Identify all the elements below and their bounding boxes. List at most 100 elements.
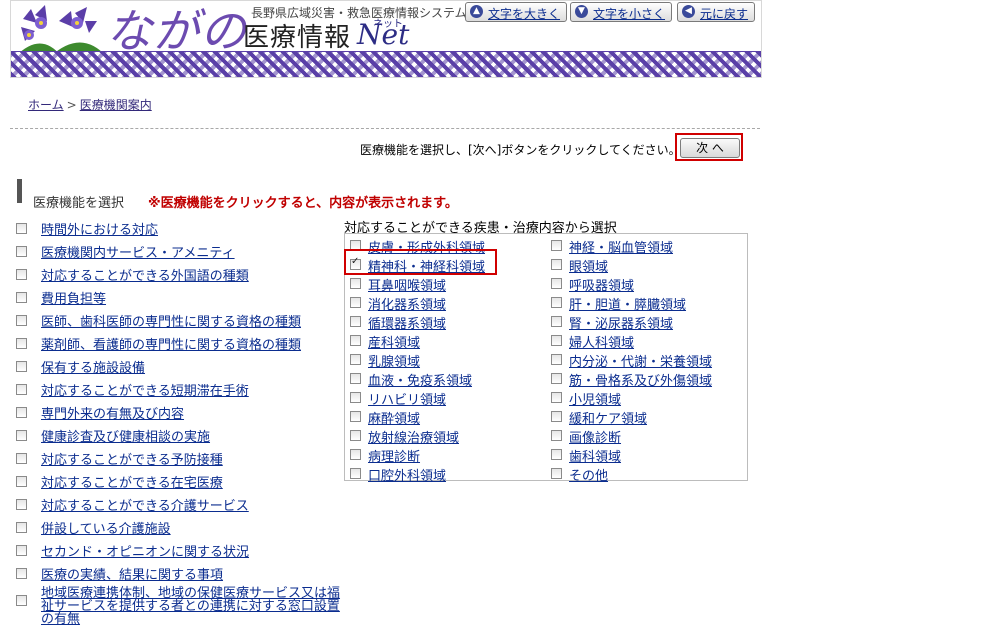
- function-link[interactable]: 費用負担等: [41, 288, 106, 307]
- disease-checkbox[interactable]: [551, 468, 562, 479]
- disease-link[interactable]: 小児領域: [569, 389, 621, 408]
- function-link[interactable]: 併設している介護施設: [41, 518, 171, 537]
- disease-checkbox[interactable]: [551, 259, 562, 270]
- disease-link[interactable]: 耳鼻咽喉領域: [368, 275, 446, 294]
- disease-link[interactable]: 呼吸器領域: [569, 275, 634, 294]
- disease-link[interactable]: 循環器系領域: [368, 313, 446, 332]
- disease-link[interactable]: 病理診断: [368, 446, 420, 465]
- font-larger-button[interactable]: ▲ 文字を大きく: [465, 2, 568, 22]
- disease-checkbox[interactable]: [350, 335, 361, 346]
- function-link[interactable]: 専門外来の有無及び内容: [41, 403, 184, 422]
- function-checkbox[interactable]: [16, 568, 27, 579]
- function-checkbox[interactable]: [16, 246, 27, 257]
- function-checkbox[interactable]: [16, 545, 27, 556]
- function-checkbox[interactable]: [16, 595, 27, 606]
- function-link[interactable]: 医師、歯科医師の専門性に関する資格の種類: [41, 311, 301, 330]
- arrow-left-icon: ◀: [682, 5, 695, 18]
- disease-checkbox[interactable]: [551, 297, 562, 308]
- disease-checkbox[interactable]: [551, 278, 562, 289]
- function-link[interactable]: 時間外における対応: [41, 219, 158, 238]
- next-button[interactable]: 次 へ: [680, 138, 740, 158]
- disease-checkbox[interactable]: [350, 297, 361, 308]
- function-link[interactable]: 地域医療連携体制、地域の保健医療サービス又は福祉サービスを提供する者との連携に対…: [41, 587, 351, 626]
- breadcrumb-home-link[interactable]: ホーム: [28, 98, 64, 112]
- disease-checkbox[interactable]: [551, 316, 562, 327]
- disease-link[interactable]: 肝・胆道・膵臓領域: [569, 294, 686, 313]
- function-link[interactable]: 医療機関内サービス・アメニティ: [41, 242, 235, 261]
- disease-checkbox[interactable]: [350, 373, 361, 384]
- disease-link[interactable]: 眼領域: [569, 256, 608, 275]
- disease-checkbox[interactable]: [551, 430, 562, 441]
- font-smaller-label: 文字を小さく: [593, 7, 666, 21]
- instruction-text: 医療機能を選択し、[次へ]ボタンをクリックしてください。→: [360, 143, 691, 157]
- disease-link[interactable]: 画像診断: [569, 427, 621, 446]
- function-checkbox[interactable]: [16, 269, 27, 280]
- function-checkbox[interactable]: [16, 338, 27, 349]
- function-link[interactable]: 医療の実績、結果に関する事項: [41, 564, 223, 583]
- section-mark-icon: [17, 179, 22, 203]
- function-checkbox[interactable]: [16, 315, 27, 326]
- function-checkbox[interactable]: [16, 223, 27, 234]
- disease-link[interactable]: 消化器系領域: [368, 294, 446, 313]
- disease-checkbox[interactable]: [551, 449, 562, 460]
- font-smaller-button[interactable]: ▼ 文字を小さく: [570, 2, 673, 22]
- disease-link[interactable]: 腎・泌尿器系領域: [569, 313, 673, 332]
- function-link[interactable]: 対応することができる在宅医療: [41, 472, 223, 491]
- font-larger-label: 文字を大きく: [488, 7, 561, 21]
- font-reset-label: 元に戻す: [700, 7, 749, 21]
- disease-checkbox[interactable]: [551, 411, 562, 422]
- disease-checkbox[interactable]: [350, 354, 361, 365]
- disease-checkbox[interactable]: [551, 373, 562, 384]
- function-link[interactable]: 対応することができる予防接種: [41, 449, 223, 468]
- disease-checkbox[interactable]: [350, 316, 361, 327]
- disease-link[interactable]: 乳腺領域: [368, 351, 420, 370]
- disease-link[interactable]: 歯科領域: [569, 446, 621, 465]
- disease-link[interactable]: リハビリ領域: [368, 389, 446, 408]
- font-reset-button[interactable]: ◀ 元に戻す: [677, 2, 756, 22]
- disease-link[interactable]: 麻酔領域: [368, 408, 420, 427]
- function-checkbox[interactable]: [16, 361, 27, 372]
- function-link[interactable]: 薬剤師、看護師の専門性に関する資格の種類: [41, 334, 301, 353]
- breadcrumb-current-link[interactable]: 医療機関案内: [80, 98, 152, 112]
- disease-link[interactable]: 婦人科領域: [569, 332, 634, 351]
- disease-link[interactable]: 放射線治療領域: [368, 427, 459, 446]
- function-link[interactable]: 健康診査及び健康相談の実施: [41, 426, 210, 445]
- disease-link[interactable]: 神経・脳血管領域: [569, 237, 673, 256]
- function-checkbox[interactable]: [16, 453, 27, 464]
- disease-link[interactable]: 産科領域: [368, 332, 420, 351]
- function-checkbox[interactable]: [16, 292, 27, 303]
- disease-checkbox[interactable]: [551, 392, 562, 403]
- function-checkbox[interactable]: [16, 407, 27, 418]
- disease-checkbox[interactable]: [350, 392, 361, 403]
- disease-link[interactable]: 緩和ケア領域: [569, 408, 647, 427]
- function-link[interactable]: 対応することができる短期滞在手術: [41, 380, 249, 399]
- disease-checkbox[interactable]: [350, 411, 361, 422]
- disease-link[interactable]: 血液・免疫系領域: [368, 370, 472, 389]
- function-checkbox[interactable]: [16, 476, 27, 487]
- function-checkbox[interactable]: [16, 522, 27, 533]
- disease-link[interactable]: 筋・骨格系及び外傷領域: [569, 370, 712, 389]
- disease-checkbox[interactable]: [350, 430, 361, 441]
- net-label: Net: [357, 18, 410, 51]
- function-link[interactable]: セカンド・オピニオンに関する状況: [41, 541, 249, 560]
- function-link[interactable]: 対応することができる介護サービス: [41, 495, 249, 514]
- breadcrumb: ホーム > 医療機関案内: [28, 96, 152, 113]
- function-link[interactable]: 保有する施設設備: [41, 357, 145, 376]
- next-button-highlight: 次 へ: [675, 133, 743, 161]
- arrow-down-icon: ▼: [575, 5, 588, 18]
- function-checkbox[interactable]: [16, 499, 27, 510]
- flower-logo-icon: [16, 5, 106, 56]
- disease-checkbox[interactable]: [551, 335, 562, 346]
- disease-checkbox[interactable]: [551, 354, 562, 365]
- disease-link[interactable]: 内分泌・代謝・栄養領域: [569, 351, 712, 370]
- function-checkbox[interactable]: [16, 430, 27, 441]
- disease-checkbox[interactable]: [350, 278, 361, 289]
- disease-link[interactable]: その他: [569, 465, 608, 484]
- disease-checkbox[interactable]: [350, 468, 361, 479]
- disease-link[interactable]: 口腔外科領域: [368, 465, 446, 484]
- disease-checkbox[interactable]: [350, 449, 361, 460]
- disease-checkbox[interactable]: [551, 240, 562, 251]
- function-checkbox[interactable]: [16, 384, 27, 395]
- selected-item-highlight: [344, 249, 497, 275]
- function-link[interactable]: 対応することができる外国語の種類: [41, 265, 249, 284]
